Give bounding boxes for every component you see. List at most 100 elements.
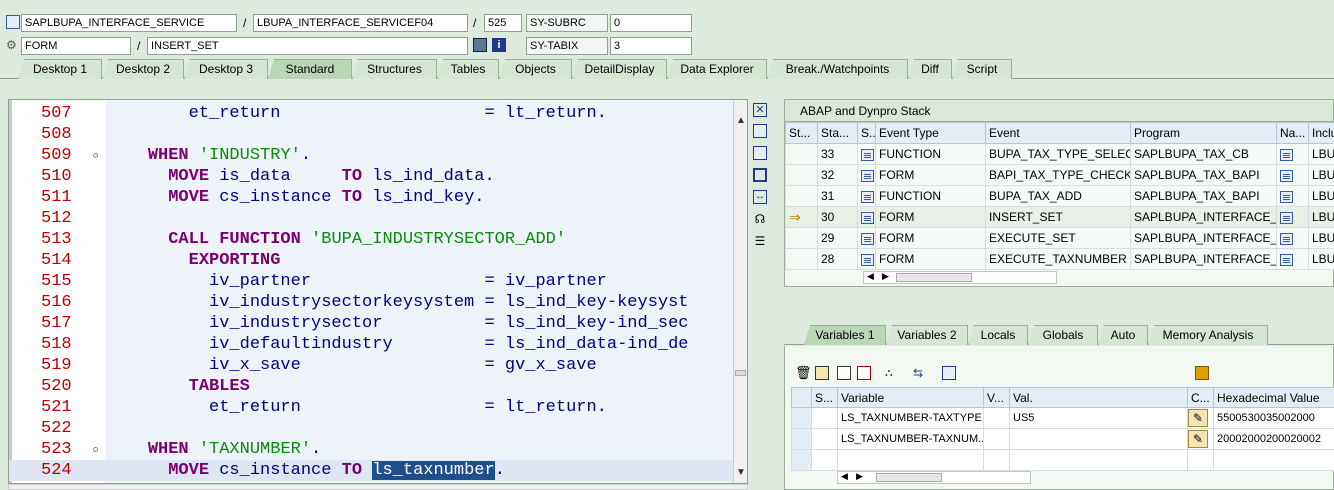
source-code-editor[interactable]: 507 et_return = lt_return. 508 509 WHEN 'I… [8,99,748,484]
tab-standard[interactable]: Standard [268,59,352,79]
code-line[interactable]: 523 WHEN 'TAXNUMBER'. [9,439,733,460]
code-line[interactable]: 517 iv_industrysector = ls_ind_key-ind_s… [9,313,733,334]
col-event[interactable]: Event [985,122,1131,144]
code-line[interactable]: 509 WHEN 'INDUSTRY'. [9,145,733,166]
sy-subrc-value[interactable]: 0 [610,14,692,32]
variables-hscrollbar[interactable]: ◀ ▶ [837,471,1031,484]
event-name-field[interactable]: INSERT_SET [147,37,468,55]
col-stack-level[interactable]: Sta... [817,122,858,144]
folder-icon[interactable] [942,366,956,380]
maximize-icon[interactable] [753,168,767,182]
code-line[interactable]: 512 [9,208,733,229]
code-line[interactable]: 520 TABLES [9,376,733,397]
structure-icon[interactable]: ⛬ [885,366,899,380]
col-status[interactable]: St... [785,122,818,144]
swap-icon[interactable] [753,146,767,160]
settings-icon[interactable]: ⚙ [6,38,20,52]
col-navigate[interactable]: Na... [1276,122,1309,144]
navigate-icon[interactable] [1280,148,1293,161]
stack-table[interactable]: St... Sta... S... Event Type Event Progr… [785,122,1334,270]
tab-script[interactable]: Script [952,59,1012,79]
tree-icon[interactable]: ☰ [753,234,767,248]
insert-icon[interactable] [815,366,829,380]
code-line[interactable]: 515 iv_partner = iv_partner [9,271,733,292]
tab-detaildisplay[interactable]: DetailDisplay [572,59,667,79]
tab-locals[interactable]: Locals [968,325,1028,345]
stack-row[interactable]: 28 FORM EXECUTE_TAXNUMBER SAPLBUPA_INTERFAC… [785,248,1334,270]
stack-hscrollbar[interactable]: ◀ ▶ [863,271,1057,284]
stack-row[interactable]: 31 FUNCTION BUPA_TAX_ADD SAPLBUPA_TAX_BAPI L… [785,185,1334,207]
tab-memory-analysis[interactable]: Memory Analysis [1148,325,1268,345]
transfer-icon[interactable]: ⇆ [913,366,927,380]
program-field[interactable]: SAPLBUPA_INTERFACE_SERVICE [21,14,237,32]
navigate-icon[interactable] [1280,169,1293,182]
code-line[interactable]: 508 [9,124,733,145]
code-line[interactable]: 518 iv_defaultindustry = ls_ind_data-ind… [9,334,733,355]
code-line[interactable]: 510 MOVE is_data TO ls_ind_data. [9,166,733,187]
tab-desktop-1[interactable]: Desktop 1 [18,59,102,79]
tab-structures[interactable]: Structures [352,59,437,79]
col-program[interactable]: Program [1130,122,1277,144]
editor-hscrollbar[interactable] [8,484,748,490]
stack-row[interactable]: 33 FUNCTION BUPA_TAX_TYPE_SELEC... SAPLBUPA… [785,143,1334,165]
navigate-icon[interactable] [1280,211,1293,224]
navigate-icon[interactable] [1280,190,1293,203]
col-event-type[interactable]: Event Type [875,122,986,144]
navigate-icon[interactable] [1280,232,1293,245]
stack-row[interactable]: 32 FORM BAPI_TAX_TYPE_CHECK SAPLBUPA_TAX_BA… [785,164,1334,186]
code-line[interactable]: 524 MOVE cs_instance TO ls_taxnumber. [9,460,733,481]
code-line[interactable]: 513 CALL FUNCTION 'BUPA_INDUSTRYSECTOR_A… [9,229,733,250]
variable-row[interactable]: LS_TAXNUMBER-TAXTYPE US5 ✎ 5500530035002000 [791,407,1334,429]
close-icon[interactable]: ✕ [753,103,767,117]
code-line[interactable]: 522 [9,418,733,439]
display-icon[interactable] [473,38,487,52]
tab-tables[interactable]: Tables [437,59,499,79]
var-col-s[interactable]: S... [811,387,838,408]
save-icon[interactable] [1195,366,1209,380]
sy-tabix-value[interactable]: 3 [610,37,692,55]
code-line[interactable]: 514 EXPORTING [9,250,733,271]
delete-icon[interactable]: 🗑 [795,366,812,380]
tab-desktop-2[interactable]: Desktop 2 [102,59,184,79]
headset-icon[interactable]: ☊ [753,212,767,226]
scroll-up-icon[interactable]: ▲ [734,114,747,128]
code-line[interactable]: 521 et_return = lt_return. [9,397,733,418]
editor-scrollbar[interactable]: ▲ ▼ [733,100,747,483]
copy-icon[interactable] [837,366,851,380]
tab-objects[interactable]: Objects [499,59,572,79]
code-line[interactable]: 516 iv_industrysectorkeysystem = ls_ind_… [9,292,733,313]
code-line[interactable]: 519 iv_x_save = gv_x_save [9,355,733,376]
variable-row-empty[interactable] [791,449,1334,471]
edit-pencil-icon[interactable]: ✎ [1188,409,1208,427]
tab-variables-2[interactable]: Variables 2 [886,325,968,345]
col-s[interactable]: S... [857,122,876,144]
tab-data-explorer[interactable]: Data Explorer [667,59,767,79]
info-icon[interactable]: i [492,38,506,52]
var-col-value[interactable]: Val. [1009,387,1188,408]
code-line[interactable]: 507 et_return = lt_return. [9,103,733,124]
resize-icon[interactable]: ↔ [753,190,767,204]
scroll-down-icon[interactable]: ▼ [734,466,747,480]
tab-breakpoints[interactable]: Break./Watchpoints [767,59,908,79]
var-col-hex[interactable]: Hexadecimal Value [1213,387,1334,408]
var-col-change[interactable]: C... [1187,387,1214,408]
variable-name[interactable]: LS_TAXNUMBER-TAXTYPE [841,412,982,424]
variable-row[interactable]: LS_TAXNUMBER-TAXNUM... ✎ 20002000200020002 [791,428,1334,450]
var-col-v[interactable]: V... [983,387,1010,408]
line-number-field[interactable]: 525 [484,14,522,32]
variables-table[interactable]: S... Variable V... Val. C... Hexadecimal… [791,387,1334,471]
variable-name[interactable]: LS_TAXNUMBER-TAXNUM... [841,433,983,445]
new-window-icon[interactable] [753,124,767,138]
tab-globals[interactable]: Globals [1028,325,1098,345]
var-col-select[interactable] [791,387,812,408]
tab-diff[interactable]: Diff [908,59,952,79]
tab-desktop-3[interactable]: Desktop 3 [184,59,268,79]
navigate-icon[interactable] [1280,253,1293,266]
tab-variables-1[interactable]: Variables 1 [804,325,886,345]
fold-marker-icon[interactable] [93,153,98,158]
save-var-icon[interactable] [857,366,871,380]
code-line[interactable]: 511 MOVE cs_instance TO ls_ind_key. [9,187,733,208]
variable-value[interactable]: US5 [1013,412,1034,424]
tab-auto[interactable]: Auto [1098,325,1148,345]
col-include[interactable]: Inclu [1308,122,1334,144]
